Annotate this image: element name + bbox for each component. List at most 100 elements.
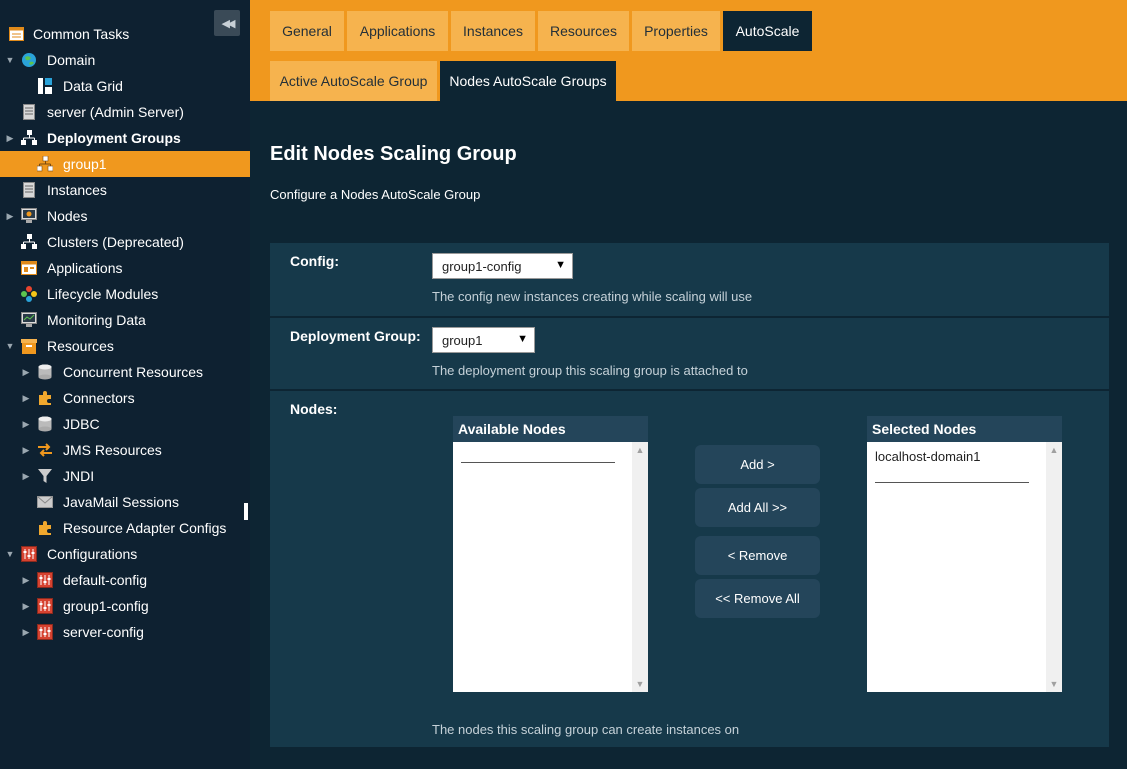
envelope-icon: [37, 494, 53, 510]
available-nodes-list[interactable]: ▲ ▼: [453, 442, 648, 692]
tab-instances[interactable]: Instances: [451, 11, 535, 51]
tree-item-label: Resource Adapter Configs: [63, 520, 227, 536]
tree-item-label: server-config: [63, 624, 144, 640]
tree-item-label: Common Tasks: [33, 26, 130, 42]
tree-item-server-config[interactable]: ▶ server-config: [0, 619, 250, 645]
selected-nodes-list[interactable]: localhost-domain1 ▲ ▼: [867, 442, 1062, 692]
available-nodes-header: Available Nodes: [453, 416, 648, 442]
tree-item-group1-config[interactable]: ▶ group1-config: [0, 593, 250, 619]
tree-item-label: Concurrent Resources: [63, 364, 204, 380]
sidebar-resize-handle[interactable]: [244, 503, 248, 520]
hierarchy-icon: [37, 156, 53, 172]
tree-item-server[interactable]: server (Admin Server): [0, 99, 250, 125]
remove-all-button[interactable]: << Remove All: [695, 579, 820, 618]
tree-item-domain[interactable]: ▼ Domain: [0, 47, 250, 73]
tree-item-label: Resources: [47, 338, 114, 354]
tab-resources[interactable]: Resources: [538, 11, 629, 51]
tree-item-javamail-sessions[interactable]: JavaMail Sessions: [0, 489, 250, 515]
tree-item-clusters[interactable]: Clusters (Deprecated): [0, 229, 250, 255]
tab-active-autoscale-group[interactable]: Active AutoScale Group: [270, 61, 437, 101]
selected-nodes-scrollbar[interactable]: ▲ ▼: [1046, 442, 1062, 692]
config-select[interactable]: group1-config ▼: [432, 253, 573, 279]
tab-general[interactable]: General: [270, 11, 344, 51]
available-nodes-scrollbar[interactable]: ▲ ▼: [632, 442, 648, 692]
tree-item-resources[interactable]: ▼ Resources: [0, 333, 250, 359]
triangle-down-icon[interactable]: ▼: [5, 549, 15, 559]
add-all-button[interactable]: Add All >>: [695, 488, 820, 527]
deployment-group-help-text: The deployment group this scaling group …: [432, 363, 748, 378]
config-icon: [37, 598, 53, 614]
nodes-section: Nodes: Available Nodes ▲ ▼ Add > Add All…: [270, 391, 1109, 747]
tree-item-label: group1: [63, 156, 107, 172]
deployment-group-select[interactable]: group1 ▼: [432, 327, 535, 353]
triangle-right-icon[interactable]: ▶: [21, 471, 31, 482]
tree-item-data-grid[interactable]: Data Grid: [0, 73, 250, 99]
data-grid-icon: [37, 78, 53, 94]
scroll-up-icon[interactable]: ▲: [632, 445, 648, 455]
tree-item-label: Monitoring Data: [47, 312, 146, 328]
triangle-right-icon[interactable]: ▶: [21, 419, 31, 430]
tree-item-label: Deployment Groups: [47, 130, 181, 146]
tab-nodes-autoscale-groups[interactable]: Nodes AutoScale Groups: [440, 61, 616, 101]
triangle-down-icon[interactable]: ▼: [5, 341, 15, 351]
tree-item-common-tasks[interactable]: Common Tasks: [0, 21, 250, 47]
tree-item-label: Applications: [47, 260, 123, 276]
tree-item-instances[interactable]: Instances: [0, 177, 250, 203]
tree-item-label: default-config: [63, 572, 148, 588]
tree-item-label: server (Admin Server): [47, 104, 184, 120]
tree-item-label: Instances: [47, 182, 107, 198]
tree-item-jms-resources[interactable]: ▶ JMS Resources: [0, 437, 250, 463]
add-button[interactable]: Add >: [695, 445, 820, 484]
main-panel: General Applications Instances Resources…: [250, 0, 1127, 769]
tree-item-label: JDBC: [63, 416, 100, 432]
triangle-right-icon[interactable]: ▶: [21, 445, 31, 456]
deployment-group-section: Deployment Group: group1 ▼ The deploymen…: [270, 318, 1109, 389]
triangle-right-icon[interactable]: ▶: [21, 601, 31, 612]
tree-item-resource-adapter-configs[interactable]: Resource Adapter Configs: [0, 515, 250, 541]
tree-item-monitoring-data[interactable]: Monitoring Data: [0, 307, 250, 333]
server-icon: [21, 104, 37, 120]
tab-autoscale[interactable]: AutoScale: [723, 11, 812, 51]
triangle-right-icon[interactable]: ▶: [21, 393, 31, 404]
hierarchy-icon: [21, 234, 37, 250]
tree-item-nodes[interactable]: ▶ Nodes: [0, 203, 250, 229]
nodes-label: Nodes:: [290, 401, 338, 417]
remove-button[interactable]: < Remove: [695, 536, 820, 575]
tree-item-label: Clusters (Deprecated): [47, 234, 184, 250]
tree-item-label: Connectors: [63, 390, 135, 406]
triangle-right-icon[interactable]: ▶: [21, 627, 31, 638]
triangle-right-icon[interactable]: ▶: [21, 575, 31, 586]
triangle-right-icon[interactable]: ▶: [21, 367, 31, 378]
tree-item-applications[interactable]: Applications: [0, 255, 250, 281]
tasks-list-icon: [8, 26, 24, 42]
dropdown-arrow-icon: ▼: [517, 333, 528, 345]
available-nodes-panel: Available Nodes ▲ ▼: [453, 416, 648, 692]
config-label: Config:: [290, 253, 339, 269]
tab-applications[interactable]: Applications: [347, 11, 448, 51]
scroll-up-icon[interactable]: ▲: [1046, 445, 1062, 455]
scroll-down-icon[interactable]: ▼: [632, 679, 648, 689]
tab-properties[interactable]: Properties: [632, 11, 720, 51]
config-icon: [37, 572, 53, 588]
tree-item-default-config[interactable]: ▶ default-config: [0, 567, 250, 593]
tree-item-group1[interactable]: group1: [0, 151, 250, 177]
tree-item-lifecycle-modules[interactable]: Lifecycle Modules: [0, 281, 250, 307]
monitor-icon: [21, 312, 37, 328]
triangle-down-icon[interactable]: ▼: [5, 55, 15, 65]
list-separator: [461, 462, 615, 463]
triangle-right-icon[interactable]: ▶: [5, 211, 15, 222]
navigation-tree: ◀◀ Common Tasks ▼ Domain Data Grid serve…: [0, 0, 250, 769]
dropdown-arrow-icon: ▼: [555, 259, 566, 271]
tree-item-label: Data Grid: [63, 78, 123, 94]
tree-item-label: JavaMail Sessions: [63, 494, 179, 510]
tree-item-configurations[interactable]: ▼ Configurations: [0, 541, 250, 567]
scroll-down-icon[interactable]: ▼: [1046, 679, 1062, 689]
tree-item-jndi[interactable]: ▶ JNDI: [0, 463, 250, 489]
tree-item-jdbc[interactable]: ▶ JDBC: [0, 411, 250, 437]
tree-item-deployment-groups[interactable]: ▶ Deployment Groups: [0, 125, 250, 151]
list-item[interactable]: localhost-domain1: [875, 449, 981, 464]
tree-item-connectors[interactable]: ▶ Connectors: [0, 385, 250, 411]
triangle-right-icon[interactable]: ▶: [5, 133, 15, 144]
config-select-value: group1-config: [442, 258, 522, 274]
tree-item-concurrent-resources[interactable]: ▶ Concurrent Resources: [0, 359, 250, 385]
